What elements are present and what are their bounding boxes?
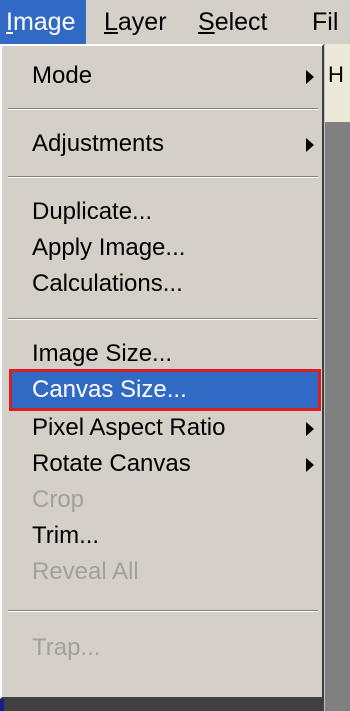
menu-layer[interactable]: Layer: [104, 0, 167, 44]
background-text-fragment: H: [328, 62, 344, 87]
submenu-arrow-icon: [306, 70, 314, 84]
menu-item-label: Trim...: [32, 522, 100, 549]
menu-item-label: Apply Image...: [32, 234, 186, 261]
menu-item-label: Reveal All: [32, 558, 139, 585]
menu-item-crop: Crop: [12, 482, 318, 518]
submenu-arrow-icon: [306, 138, 314, 152]
menu-item-label: Duplicate...: [32, 198, 153, 225]
menu-item-label: Rotate Canvas: [32, 450, 191, 477]
menu-select-label: elect: [214, 8, 268, 36]
menu-item-image-size[interactable]: Image Size...: [12, 336, 318, 372]
menu-layer-label: ayer: [117, 8, 167, 36]
menu-item-label: Trap...: [32, 634, 101, 661]
menu-select-mnemonic: S: [198, 8, 215, 36]
menu-item-label: Pixel Aspect Ratio: [32, 414, 226, 441]
menu-item-rotate-canvas[interactable]: Rotate Canvas: [12, 446, 318, 482]
menu-image-mnemonic: I: [6, 8, 13, 36]
menu-item-canvas-size[interactable]: Canvas Size...: [9, 369, 321, 411]
window-edge: [0, 699, 4, 711]
menu-item-adjustments[interactable]: Adjustments: [12, 126, 318, 162]
menu-item-label: Canvas Size...: [32, 376, 187, 403]
menu-item-mode[interactable]: Mode: [12, 58, 318, 94]
submenu-arrow-icon: [306, 422, 314, 436]
menu-separator: [8, 610, 318, 612]
menu-bar: Image Layer Select Fil: [0, 0, 350, 45]
app-background: [325, 44, 350, 711]
menu-item-calculations[interactable]: Calculations...: [12, 266, 318, 302]
menu-filter[interactable]: Fil: [312, 0, 338, 44]
menu-item-reveal-all: Reveal All: [12, 554, 318, 590]
submenu-arrow-icon: [306, 458, 314, 472]
menu-item-label: Image Size...: [32, 340, 173, 367]
menu-item-duplicate[interactable]: Duplicate...: [12, 194, 318, 230]
menu-item-label: Adjustments: [32, 130, 165, 157]
menu-image[interactable]: Image: [0, 0, 86, 44]
menu-select[interactable]: Select: [198, 0, 268, 44]
menu-separator: [8, 318, 318, 320]
menu-item-label: Crop: [32, 486, 85, 513]
menu-item-trim[interactable]: Trim...: [12, 518, 318, 554]
menu-item-label: Calculations...: [32, 270, 183, 297]
menu-image-label: mage: [12, 8, 76, 36]
menu-separator: [8, 176, 318, 178]
menu-item-label: Mode: [32, 62, 93, 89]
menu-item-trap: Trap...: [12, 630, 318, 666]
menu-filter-label: Fil: [312, 8, 339, 36]
menu-item-apply-image[interactable]: Apply Image...: [12, 230, 318, 266]
dropdown-shadow: [4, 699, 324, 711]
menu-separator: [8, 108, 318, 110]
menu-layer-mnemonic: L: [104, 8, 118, 36]
menu-item-pixel-aspect-ratio[interactable]: Pixel Aspect Ratio: [12, 410, 318, 446]
